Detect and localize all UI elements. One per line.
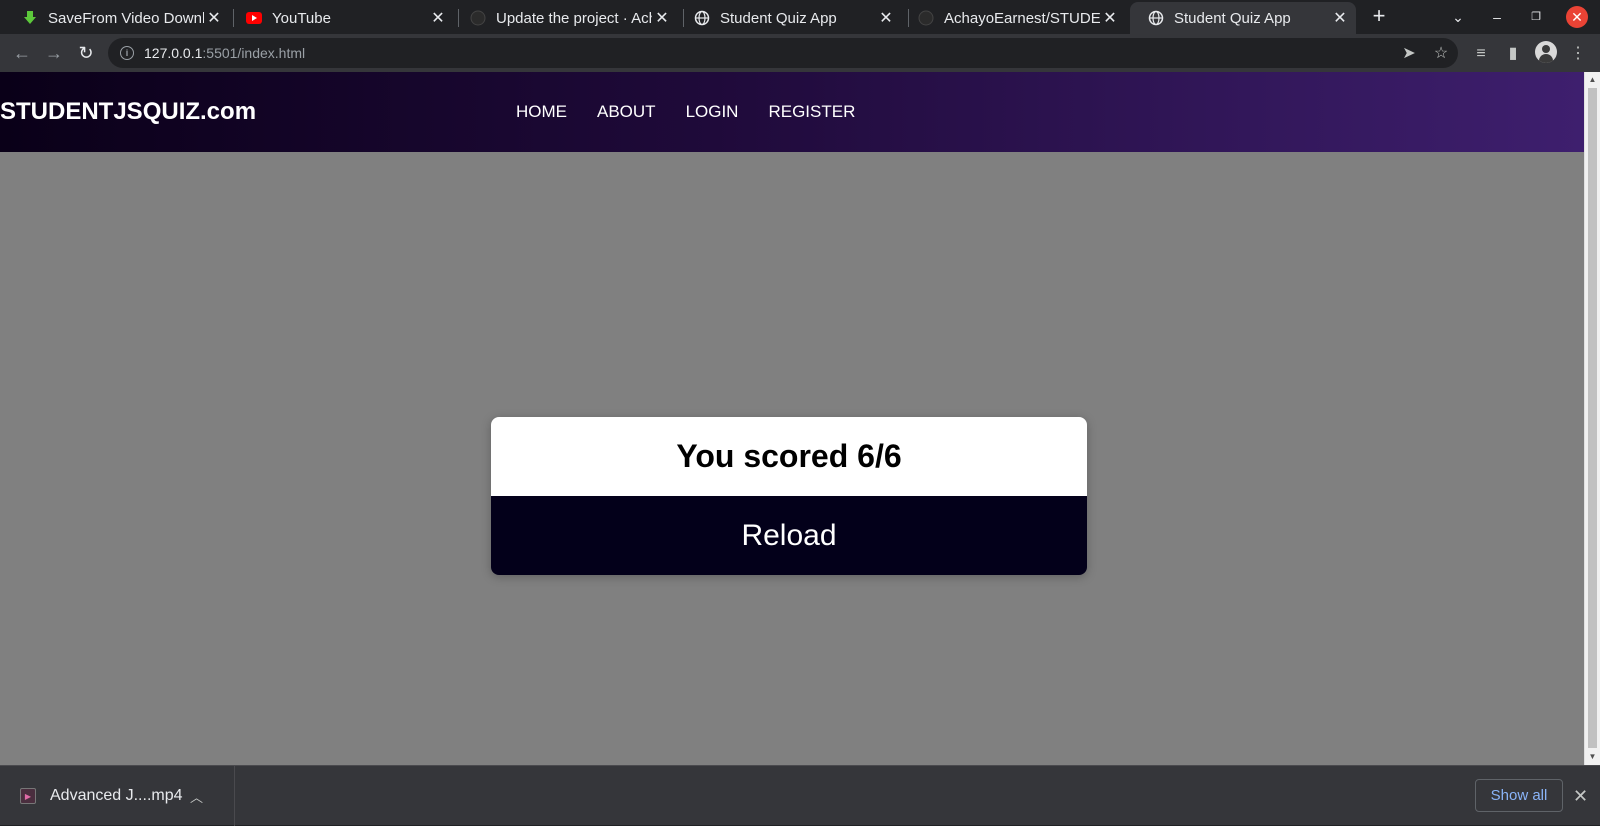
nav-register-link[interactable]: REGISTER	[768, 102, 855, 122]
side-panel-icon[interactable]: ▮	[1502, 43, 1524, 65]
reload-icon[interactable]: ↻	[74, 41, 98, 65]
github-icon	[918, 10, 934, 26]
site-logo[interactable]: STUDENTJSQUIZ.com	[0, 98, 256, 126]
url-text: 127.0.0.1:5501/index.html	[144, 45, 306, 61]
tab-github-repo[interactable]: AchayoEarnest/STUDEN ✕	[900, 2, 1126, 34]
score-heading: You scored 6/6	[491, 417, 1087, 496]
close-icon[interactable]: ✕	[1573, 786, 1588, 807]
forward-icon[interactable]: →	[42, 41, 66, 65]
nav-login-link[interactable]: LOGIN	[686, 102, 739, 122]
media-control-icon[interactable]: ≡	[1470, 43, 1492, 65]
profile-avatar[interactable]	[1535, 41, 1557, 63]
tab-title: AchayoEarnest/STUDEN	[944, 9, 1100, 27]
scroll-down-icon[interactable]: ▼	[1588, 752, 1597, 761]
tab-title: Student Quiz App	[720, 9, 837, 27]
menu-kebab-icon[interactable]: ⋮	[1567, 43, 1589, 65]
tab-search-icon[interactable]: ⌄	[1447, 6, 1469, 28]
download-item[interactable]: ▶ Advanced J....mp4 ︿	[0, 766, 235, 826]
tab-student-quiz-1[interactable]: Student Quiz App ✕	[676, 2, 902, 34]
globe-icon	[1148, 10, 1164, 26]
tab-github-update[interactable]: Update the project · Ach ✕	[452, 2, 678, 34]
video-file-icon: ▶	[20, 788, 36, 804]
site-header: STUDENTJSQUIZ.com HOME ABOUT LOGIN REGIS…	[0, 72, 1584, 152]
chevron-up-icon[interactable]: ︿	[190, 787, 203, 806]
show-all-button[interactable]: Show all	[1475, 779, 1563, 812]
close-icon[interactable]: ✕	[204, 8, 224, 28]
bookmark-star-icon[interactable]: ☆	[1430, 43, 1452, 65]
address-bar[interactable]: i 127.0.0.1:5501/index.html	[108, 38, 1458, 68]
scroll-up-icon[interactable]: ▲	[1588, 75, 1597, 84]
info-icon[interactable]: i	[120, 46, 134, 60]
github-icon	[470, 10, 486, 26]
close-icon[interactable]: ✕	[1100, 8, 1120, 28]
nav-home-link[interactable]: HOME	[516, 102, 567, 122]
browser-toolbar: ← → ↻ i 127.0.0.1:5501/index.html ➤ ☆ ≡ …	[0, 34, 1600, 72]
tab-student-quiz-active[interactable]: Student Quiz App ✕	[1130, 2, 1356, 34]
new-tab-button[interactable]: +	[1367, 5, 1391, 29]
back-icon[interactable]: ←	[10, 41, 34, 65]
tab-title: SaveFrom Video Downlo	[48, 9, 204, 27]
reload-button[interactable]: Reload	[491, 496, 1087, 575]
youtube-icon	[246, 10, 262, 26]
send-icon[interactable]: ➤	[1398, 43, 1420, 65]
download-arrow-icon	[22, 10, 38, 26]
tab-strip: SaveFrom Video Downlo ✕ YouTube ✕ Update…	[0, 0, 1600, 34]
tab-youtube[interactable]: YouTube ✕	[228, 2, 454, 34]
page-viewport: STUDENTJSQUIZ.com HOME ABOUT LOGIN REGIS…	[0, 72, 1584, 765]
tab-title: YouTube	[272, 9, 331, 27]
nav-about-link[interactable]: ABOUT	[597, 102, 656, 122]
download-file-name: Advanced J....mp4	[50, 787, 183, 804]
download-shelf: ▶ Advanced J....mp4 ︿ Show all ✕	[0, 765, 1600, 826]
close-icon[interactable]: ✕	[876, 8, 896, 28]
close-icon[interactable]: ✕	[428, 8, 448, 28]
quiz-result-card: You scored 6/6 Reload	[491, 417, 1087, 575]
globe-icon	[694, 10, 710, 26]
tab-title: Update the project · Ach	[496, 9, 652, 27]
scrollbar-thumb[interactable]	[1588, 88, 1597, 748]
main-nav: HOME ABOUT LOGIN REGISTER	[516, 102, 885, 122]
tab-savefrom[interactable]: SaveFrom Video Downlo ✕	[4, 2, 230, 34]
minimize-icon[interactable]: –	[1486, 6, 1508, 28]
close-icon[interactable]: ✕	[1330, 8, 1350, 28]
close-icon[interactable]: ✕	[652, 8, 672, 28]
close-window-icon[interactable]: ✕	[1566, 6, 1588, 28]
tab-title: Student Quiz App	[1174, 9, 1291, 27]
page-scrollbar[interactable]: ▲ ▼	[1584, 72, 1600, 765]
restore-icon[interactable]: ❐	[1525, 6, 1547, 28]
